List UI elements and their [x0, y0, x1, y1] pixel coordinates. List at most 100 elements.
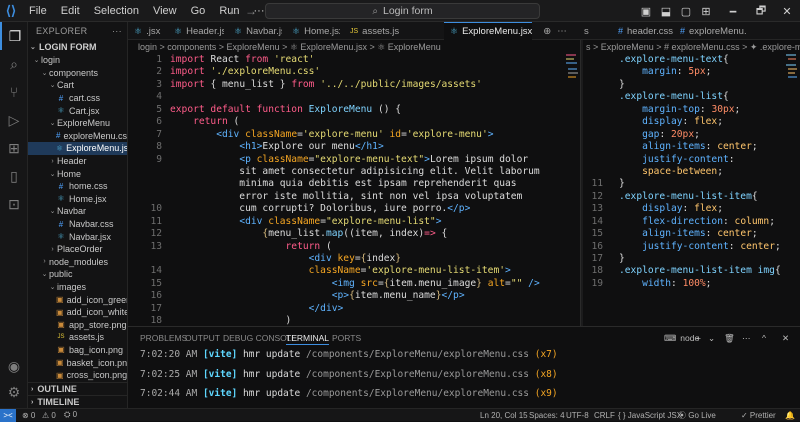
language-mode[interactable]: { } JavaScript JSX: [618, 409, 682, 421]
code-line[interactable]: {menu_list.map((item, index)=> {: [170, 228, 540, 240]
code-line[interactable]: <img src={item.menu_image} alt="" />: [170, 278, 540, 290]
code-line[interactable]: flex-direction: column;: [619, 216, 781, 228]
toggle-primary-sidebar-icon[interactable]: ▣: [635, 0, 657, 22]
restore-icon[interactable]: 🗗: [750, 0, 772, 22]
file-item[interactable]: ⚛ Home.jsx: [28, 193, 127, 206]
code-line[interactable]: import { menu_list } from '../../public/…: [170, 79, 540, 91]
folder-item[interactable]: ⌄ ExploreMenu: [28, 117, 127, 130]
code-line[interactable]: <p>{item.menu_name}</p>: [170, 290, 540, 302]
code-line[interactable]: .explore-menu-list-item img{: [619, 265, 781, 277]
folder-item[interactable]: ⌄ Home: [28, 167, 127, 180]
code-line[interactable]: className='explore-menu-list-item'>: [170, 265, 540, 277]
remote-indicator-icon[interactable]: ><: [0, 409, 16, 422]
folder-item[interactable]: ⌄ Navbar: [28, 205, 127, 218]
encoding[interactable]: UTF-8: [566, 409, 589, 421]
code-line[interactable]: space-between;: [619, 166, 781, 178]
code-line[interactable]: <div className="explore-menu-list">: [170, 216, 540, 228]
file-item[interactable]: ▣ basket_icon.png: [28, 356, 127, 369]
code-line[interactable]: .explore-menu-text{: [619, 54, 781, 66]
forward-arrow-icon[interactable]: →: [240, 4, 262, 18]
cursor-position[interactable]: Ln 20, Col 15: [480, 409, 528, 421]
code-line[interactable]: cum corrupti? Doloribus, iure porro.</p>: [170, 203, 540, 215]
settings-gear-icon[interactable]: ⚙: [0, 378, 28, 406]
code-line[interactable]: [170, 91, 540, 103]
search-icon[interactable]: ⌕: [0, 50, 28, 78]
menu-file[interactable]: File: [22, 5, 54, 17]
file-item[interactable]: # exploreMenu.css: [28, 130, 127, 143]
code-line[interactable]: minima quia debitis est ipsam reprehende…: [170, 178, 540, 190]
code-line[interactable]: error iste mollitia, sint non vel ipsa v…: [170, 191, 540, 203]
code-line[interactable]: }: [619, 253, 781, 265]
go-live-button[interactable]: ⦿ Go Live: [678, 409, 716, 421]
code-line[interactable]: sit amet consectetur adipisicing elit. V…: [170, 166, 540, 178]
code-line[interactable]: <p className="explore-menu-text">Lorem i…: [170, 154, 540, 166]
menu-selection[interactable]: Selection: [87, 5, 146, 17]
tab-problems[interactable]: PROBLEMS: [140, 331, 187, 345]
terminal-dropdown-icon[interactable]: ⌄: [708, 331, 715, 345]
close-panel-icon[interactable]: ✕: [782, 331, 789, 345]
code-line[interactable]: <div className='explore-menu' id='explor…: [170, 129, 540, 141]
menu-view[interactable]: View: [146, 5, 184, 17]
tab[interactable]: s: [580, 22, 610, 40]
file-item[interactable]: # cart.css: [28, 92, 127, 105]
kill-terminal-icon[interactable]: 🗑: [724, 331, 735, 345]
minimize-icon[interactable]: 🗕: [722, 0, 744, 22]
file-item[interactable]: # home.css: [28, 180, 127, 193]
file-item[interactable]: ▣ cross_icon.png: [28, 369, 127, 382]
mobile-icon[interactable]: ▯: [0, 162, 28, 190]
terminal-shell-selector[interactable]: ⌨ node: [664, 331, 699, 345]
code-editor-right[interactable]: 11 12 13 14 15 16 17 18 19 .explore-menu-text{ m…: [583, 54, 800, 326]
code-line[interactable]: }: [619, 79, 781, 91]
code-line[interactable]: width: 100%;: [619, 278, 781, 290]
minimap-left[interactable]: [566, 54, 578, 114]
tab[interactable]: #exploreMenu.css: [676, 22, 746, 40]
file-item[interactable]: ⚛ Cart.jsx: [28, 104, 127, 117]
add-icon[interactable]: ⊕: [543, 26, 551, 37]
folder-item[interactable]: › PlaceOrder: [28, 243, 127, 256]
run-debug-icon[interactable]: ▷: [0, 106, 28, 134]
code-line[interactable]: ): [170, 315, 540, 326]
tab-terminal[interactable]: TERMINAL: [286, 331, 329, 345]
folder-item[interactable]: ⌄ public: [28, 268, 127, 281]
folder-item[interactable]: › Header: [28, 155, 127, 168]
tab[interactable]: ⚛Navbar.jsx: [228, 22, 282, 40]
code-line[interactable]: import './exploreMenu.css': [170, 66, 540, 78]
source-control-icon[interactable]: ⑂: [0, 78, 28, 106]
code-line[interactable]: <h1>Explore our menu</h1>: [170, 141, 540, 153]
folder-item[interactable]: › node_modules: [28, 256, 127, 269]
folder-item[interactable]: ⌄ login: [28, 54, 127, 67]
customize-layout-icon[interactable]: ⊞: [695, 0, 717, 22]
breadcrumb-left[interactable]: login > components > ExploreMenu > ⚛ Exp…: [138, 40, 578, 54]
file-item[interactable]: JS assets.js: [28, 331, 127, 344]
menu-edit[interactable]: Edit: [54, 5, 87, 17]
code-line[interactable]: align-items: center;: [619, 141, 781, 153]
folder-item[interactable]: ⌄ components: [28, 67, 127, 80]
extensions-icon[interactable]: ⊞: [0, 134, 28, 162]
remote-icon[interactable]: ⊡: [0, 190, 28, 218]
code-line[interactable]: margin: 5px;: [619, 66, 781, 78]
explorer-more-icon[interactable]: ···: [112, 26, 122, 36]
tab-active[interactable]: ⚛ExploreMenu.jsx×: [444, 22, 532, 40]
code-line[interactable]: justify-content:: [619, 154, 781, 166]
account-icon[interactable]: ◉: [0, 352, 28, 380]
tab[interactable]: ⚛Header.jsx: [168, 22, 224, 40]
file-item[interactable]: ▣ app_store.png: [28, 318, 127, 331]
code-line[interactable]: align-items: center;: [619, 228, 781, 240]
code-content[interactable]: import React from 'react' import './explo…: [170, 54, 540, 326]
command-center-search[interactable]: ⌕ Login form: [265, 3, 540, 19]
ports-count[interactable]: ⛭ 0: [64, 409, 77, 421]
folder-item[interactable]: ⌄ Cart: [28, 79, 127, 92]
code-line[interactable]: display: flex;: [619, 116, 781, 128]
new-terminal-icon[interactable]: +: [696, 331, 701, 345]
notifications-bell-icon[interactable]: 🔔: [785, 409, 795, 421]
code-line[interactable]: return (: [170, 116, 540, 128]
menu-go[interactable]: Go: [184, 5, 213, 17]
code-line[interactable]: return (: [170, 241, 540, 253]
code-content[interactable]: .explore-menu-text{ margin: 5px;} .explor…: [619, 54, 781, 290]
errors-count[interactable]: ⊗ 0: [22, 409, 35, 421]
terminal-more-icon[interactable]: ⋯: [742, 331, 751, 345]
code-line[interactable]: </div>: [170, 303, 540, 315]
workspace-root[interactable]: ⌄ LOGIN FORM: [28, 40, 127, 54]
code-line[interactable]: }: [619, 178, 781, 190]
maximize-panel-icon[interactable]: ^: [762, 331, 766, 345]
